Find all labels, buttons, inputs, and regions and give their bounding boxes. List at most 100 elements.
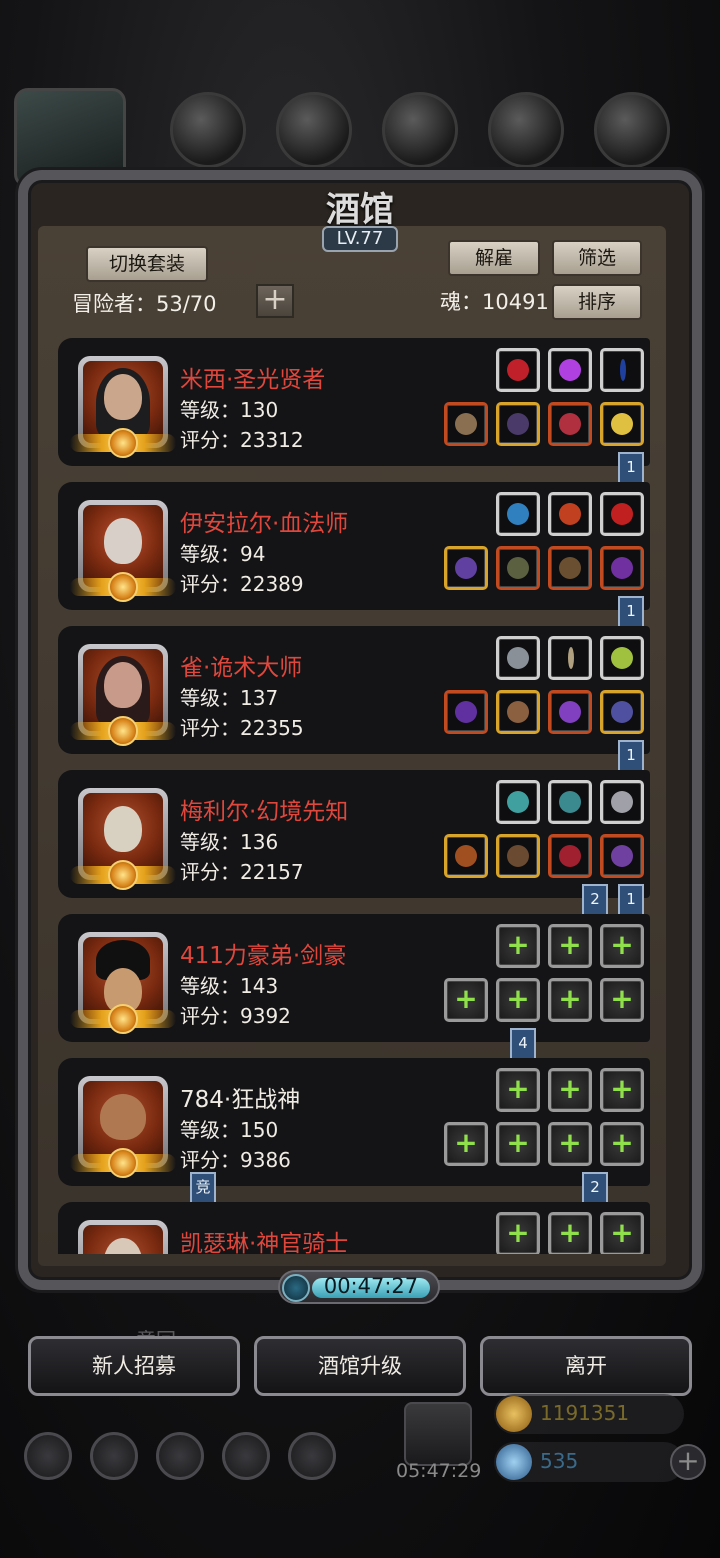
crystal-icon[interactable] [488,92,564,168]
hero-name: 雀·诡术大师 [180,655,303,681]
empty-accessory-slot-icon[interactable] [548,1212,592,1254]
hero-rank-ribbon: 1 [618,596,644,636]
blade-slot-icon[interactable] [548,636,592,680]
hero-score: 评分：22157 [180,860,304,884]
empty-accessory-slot-icon[interactable] [548,924,592,968]
leave-button[interactable]: 离开 [480,1336,692,1396]
add-capacity-button[interactable]: + [256,284,294,318]
rank-emblem-icon [108,1004,138,1034]
timer-text: 00:47:27 [323,1274,419,1298]
pendant-slot-icon[interactable] [548,402,592,446]
rank-emblem-icon [108,716,138,746]
hero-rank-ribbon: 1 [618,740,644,780]
hero-name: 784·狂战神 [180,1087,301,1113]
tavern-level-badge: LV.77 [322,226,398,252]
weapon-slot-icon[interactable] [444,402,488,446]
hero-level: 等级：130 [180,398,279,422]
empty-helm-slot-icon[interactable] [548,978,592,1022]
empty-weapon-slot-icon[interactable] [444,978,488,1022]
hero-card[interactable]: 米西·圣光贤者 等级：130 评分：23312 [58,338,650,466]
helm-slot-icon[interactable] [600,834,644,878]
chat-icon[interactable] [288,1432,336,1480]
armor-slot-icon[interactable] [496,546,540,590]
empty-accessory-slot-icon[interactable] [548,1068,592,1112]
empty-amulet-slot-icon[interactable] [496,1068,540,1112]
empty-amulet-slot-icon[interactable] [496,924,540,968]
armor-slot-icon[interactable] [496,834,540,878]
hero-card[interactable]: 凯瑟琳·神官骑士 [58,1202,650,1254]
stone-slot-icon[interactable] [548,780,592,824]
arena-ribbon: 竞 [190,1172,216,1212]
claw-slot-icon[interactable] [548,690,592,734]
wood-icon[interactable] [276,92,352,168]
quest-icon[interactable] [156,1432,204,1480]
hero-card[interactable]: 784·狂战神 等级：150 评分：9386 [58,1058,650,1186]
crest-slot-icon[interactable] [600,402,644,446]
upgrade-tavern-button[interactable]: 酒馆升级 [254,1336,466,1396]
amulet-slot-icon[interactable] [496,348,540,392]
gem-slot-icon[interactable] [548,348,592,392]
empty-pendant-slot-icon[interactable] [600,1122,644,1166]
hero-rank-ribbon: 1 [618,452,644,492]
armor-slot-icon[interactable] [496,690,540,734]
helm-slot-icon[interactable] [548,546,592,590]
empty-relic-slot-icon[interactable] [600,1068,644,1112]
gift-box-icon[interactable] [404,1402,472,1466]
empty-armor-slot-icon[interactable] [496,978,540,1022]
empty-armor-slot-icon[interactable] [496,1122,540,1166]
empty-amulet-slot-icon[interactable] [496,1212,540,1254]
hero-card[interactable]: 伊安拉尔·血法师 等级：94 评分：22389 [58,482,650,610]
filter-button[interactable]: 筛选 [552,240,642,276]
hero-score: 评分：22355 [180,716,304,740]
stone-icon[interactable] [382,92,458,168]
mask-slot-icon[interactable] [548,834,592,878]
empty-relic-slot-icon[interactable] [600,924,644,968]
hero-level: 等级：94 [180,542,266,566]
mail-icon[interactable] [222,1432,270,1480]
feather-slot-icon[interactable] [600,780,644,824]
dagger-slot-icon[interactable] [444,690,488,734]
adventurer-count: 冒险者：53/70 [72,292,217,316]
clock-icon [282,1274,310,1302]
star-icon[interactable] [90,1432,138,1480]
gem-value: 535 [540,1449,579,1473]
pendant-slot-icon[interactable] [600,690,644,734]
lantern-slot-icon[interactable] [600,636,644,680]
gift-timer: 05:47:29 [396,1460,482,1482]
ore-slot-icon[interactable] [496,636,540,680]
iron-icon[interactable] [594,92,670,168]
page-title: 酒馆 [326,190,394,230]
hero-list[interactable]: 米西·圣光贤者 等级：130 评分：23312 1 伊安拉尔·血法师 等级：94… [58,332,668,1254]
hero-portrait [78,1220,168,1254]
ruby-slot-icon[interactable] [600,492,644,536]
hero-rank-ribbon: 4 [510,1028,536,1068]
whip-slot-icon[interactable] [600,348,644,392]
hero-score: 评分：22389 [180,572,304,596]
empty-relic-slot-icon[interactable] [600,1212,644,1254]
gold-value: 1191351 [540,1401,630,1425]
empty-helm-slot-icon[interactable] [548,1122,592,1166]
switch-outfit-button[interactable]: 切换套装 [86,246,208,282]
hero-card[interactable]: 梅利尔·幻境先知 等级：136 评分：22157 [58,770,650,898]
add-currency-button[interactable]: + [670,1444,706,1480]
hero-card[interactable]: 雀·诡术大师 等级：137 评分：22355 [58,626,650,754]
armor-slot-icon[interactable] [496,402,540,446]
sort-button[interactable]: 排序 [552,284,642,320]
empty-weapon-slot-icon[interactable] [444,1122,488,1166]
top-resource-bar [0,88,720,188]
settings-icon[interactable] [24,1432,72,1480]
hero-rank-ribbon: 2 [582,884,608,924]
orb-slot-icon[interactable] [496,492,540,536]
dismiss-button[interactable]: 解雇 [448,240,540,276]
pendant-slot-icon[interactable] [600,546,644,590]
staff-slot-icon[interactable] [444,546,488,590]
recruit-button[interactable]: 新人招募 [28,1336,240,1396]
emblem-slot-icon[interactable] [548,492,592,536]
refresh-timer: 00:47:27 [278,1270,440,1304]
empty-pendant-slot-icon[interactable] [600,978,644,1022]
crystal-slot-icon[interactable] [496,780,540,824]
meat-icon[interactable] [170,92,246,168]
hero-card[interactable]: 411力豪弟·剑豪 等级：143 评分：9392 [58,914,650,1042]
rank-emblem-icon [108,860,138,890]
staff-slot-icon[interactable] [444,834,488,878]
